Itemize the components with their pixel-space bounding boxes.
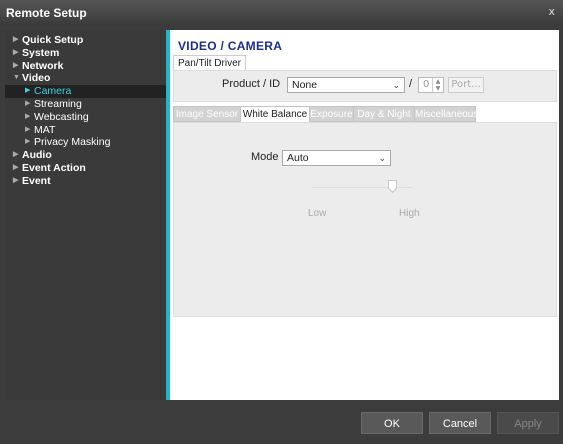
id-separator: /: [409, 78, 413, 90]
sidebar-item-video[interactable]: ▼ Video: [5, 72, 166, 85]
product-select[interactable]: None ⌄: [287, 77, 405, 93]
ptz-driver-group: Product / ID None ⌄ / 0 ▲ ▼ Port...: [173, 70, 557, 102]
slider-low-label: Low: [308, 208, 327, 219]
collapsed-arrow-icon: ▶: [13, 36, 19, 43]
cancel-button[interactable]: Cancel: [429, 412, 491, 434]
apply-button[interactable]: Apply: [497, 412, 559, 434]
tab-exposure[interactable]: Exposure: [309, 106, 354, 122]
sidebar-item-webcasting[interactable]: ▶ Webcasting: [5, 111, 166, 124]
title-bar: Remote Setup x: [0, 0, 563, 26]
collapsed-arrow-icon: ▶: [13, 151, 19, 159]
collapsed-arrow-icon: ▶: [25, 112, 31, 120]
sidebar-item-privacy-masking[interactable]: ▶ Privacy Masking: [5, 136, 166, 149]
white-balance-slider[interactable]: [312, 187, 412, 188]
id-stepper[interactable]: 0 ▲ ▼: [418, 77, 444, 93]
expanded-arrow-icon: ▼: [13, 74, 20, 82]
mode-select[interactable]: Auto ⌄: [282, 150, 391, 166]
close-icon[interactable]: x: [548, 5, 555, 18]
sidebar-item-network[interactable]: ▶ Network: [5, 60, 166, 73]
settings-panel: VIDEO / CAMERA Pan/Tilt Driver Product /…: [170, 30, 559, 400]
sidebar-item-streaming[interactable]: ▶ Streaming: [5, 98, 166, 111]
ok-button[interactable]: OK: [361, 412, 423, 434]
slider-thumb[interactable]: [387, 180, 397, 193]
collapsed-arrow-icon: ▶: [25, 125, 31, 133]
chevron-down-icon: ⌄: [392, 80, 400, 90]
white-balance-panel: Mode Auto ⌄ Low High: [173, 122, 557, 317]
tab-white-balance[interactable]: White Balance: [240, 106, 310, 123]
collapsed-arrow-icon: ▶: [13, 61, 19, 69]
tab-miscellaneous[interactable]: Miscellaneous: [414, 106, 478, 122]
collapsed-arrow-icon: ▶: [13, 176, 19, 184]
page-title: VIDEO / CAMERA: [178, 39, 283, 53]
sidebar-item-audio[interactable]: ▶ Audio: [5, 149, 166, 162]
ptz-group-label: Pan/Tilt Driver: [173, 55, 246, 71]
slider-high-label: High: [399, 208, 420, 219]
sidebar-item-event-action[interactable]: ▶ Event Action: [5, 162, 166, 175]
chevron-down-icon: ⌄: [378, 153, 386, 163]
collapsed-arrow-icon: ▶: [13, 48, 19, 56]
sidebar-item-event[interactable]: ▶ Event: [5, 175, 166, 188]
sidebar-nav: ▶ Quick Setup ▶ System ▶ Network ▼ Video ▶ Ca…: [5, 30, 170, 400]
sidebar-item-quick-setup[interactable]: ▶ Quick Setup: [5, 34, 166, 47]
sidebar-item-mat[interactable]: ▶ MAT: [5, 124, 166, 137]
product-id-label: Product / ID: [222, 78, 281, 90]
stepper-arrows-icon[interactable]: ▲ ▼: [432, 78, 443, 92]
sidebar-item-camera[interactable]: ▶ Camera: [5, 85, 166, 98]
sidebar-item-system[interactable]: ▶ System: [5, 47, 166, 60]
tab-image-sensor[interactable]: Image Sensor: [173, 106, 241, 122]
mode-label: Mode: [251, 151, 279, 163]
collapsed-arrow-icon: ▶: [25, 87, 31, 95]
footer-bar: OK Cancel Apply: [0, 404, 563, 444]
collapsed-arrow-icon: ▶: [25, 99, 31, 107]
window-title: Remote Setup: [6, 6, 87, 20]
collapsed-arrow-icon: ▶: [13, 163, 19, 171]
port-button[interactable]: Port...: [448, 77, 484, 93]
collapsed-arrow-icon: ▶: [25, 138, 31, 146]
remote-setup-window: Remote Setup x ▶ Quick Setup ▶ System ▶ Net…: [0, 0, 563, 444]
tab-day-night[interactable]: Day & Night: [353, 106, 415, 122]
